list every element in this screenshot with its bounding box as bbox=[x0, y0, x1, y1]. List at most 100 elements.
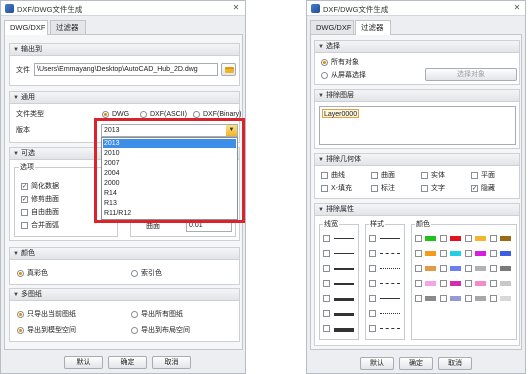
color-checkbox[interactable] bbox=[440, 235, 447, 242]
linestyle-checkbox[interactable] bbox=[369, 235, 376, 242]
linestyle-checkbox[interactable] bbox=[369, 325, 376, 332]
ok-button[interactable]: 确定 bbox=[399, 357, 433, 370]
radio-export-current[interactable] bbox=[17, 311, 24, 318]
radio-from-screen-label[interactable]: 从屏幕选择 bbox=[331, 71, 366, 80]
color-checkbox[interactable] bbox=[440, 265, 447, 272]
color-checkbox[interactable] bbox=[490, 265, 497, 272]
checkbox-dimension[interactable] bbox=[371, 185, 378, 192]
color-checkbox[interactable] bbox=[490, 250, 497, 257]
radio-all-objects[interactable] bbox=[321, 59, 328, 66]
color-checkbox[interactable] bbox=[465, 265, 472, 272]
exclude-attributes-header[interactable]: ▼ 排除属性 bbox=[315, 204, 519, 216]
color-checkbox[interactable] bbox=[490, 295, 497, 302]
checkbox-text-label[interactable]: 文字 bbox=[431, 184, 445, 193]
linewidth-checkbox[interactable] bbox=[323, 280, 330, 287]
checkbox-hidden-label[interactable]: 隐藏 bbox=[481, 184, 495, 193]
color-checkbox[interactable] bbox=[415, 250, 422, 257]
radio-dwg[interactable] bbox=[102, 111, 109, 118]
checkbox-merge-arcs[interactable] bbox=[21, 222, 28, 229]
checkbox-curve-label[interactable]: 曲线 bbox=[331, 171, 345, 180]
linestyle-checkbox[interactable] bbox=[369, 250, 376, 257]
color-checkbox[interactable] bbox=[440, 280, 447, 287]
tab-filter[interactable]: 过滤器 bbox=[355, 20, 391, 35]
linestyle-checkbox[interactable] bbox=[369, 265, 376, 272]
exclude-layers-header[interactable]: ▼ 排除图层 bbox=[315, 90, 519, 102]
color-checkbox[interactable] bbox=[465, 280, 472, 287]
checkbox-simplify[interactable]: ✓ bbox=[21, 183, 28, 190]
color-checkbox[interactable] bbox=[465, 295, 472, 302]
radio-export-all[interactable] bbox=[131, 311, 138, 318]
radio-to-model-label[interactable]: 导出到模型空间 bbox=[27, 326, 76, 335]
linestyle-checkbox[interactable] bbox=[369, 310, 376, 317]
linestyle-checkbox[interactable] bbox=[369, 280, 376, 287]
tab-filter[interactable]: 过滤器 bbox=[50, 20, 86, 34]
checkbox-trim-surface-label[interactable]: 修剪曲面 bbox=[31, 195, 59, 204]
color-checkbox[interactable] bbox=[415, 280, 422, 287]
checkbox-free-surface-label[interactable]: 自由曲面 bbox=[31, 208, 59, 217]
checkbox-trim-surface[interactable]: ✓ bbox=[21, 196, 28, 203]
exclude-geometry-header[interactable]: ▼ 排除几何体 bbox=[315, 154, 519, 166]
color-checkbox[interactable] bbox=[415, 265, 422, 272]
checkbox-text[interactable] bbox=[421, 185, 428, 192]
checkbox-surface-label[interactable]: 曲面 bbox=[381, 171, 395, 180]
color-header[interactable]: ▼ 颜色 bbox=[10, 248, 239, 260]
color-checkbox[interactable] bbox=[415, 235, 422, 242]
close-icon[interactable]: ✕ bbox=[230, 2, 242, 14]
cancel-button[interactable]: 取消 bbox=[152, 356, 191, 369]
checkbox-hidden[interactable]: ✓ bbox=[471, 185, 478, 192]
color-checkbox[interactable] bbox=[490, 280, 497, 287]
radio-true-color-label[interactable]: 真彩色 bbox=[27, 269, 48, 278]
checkbox-curve[interactable] bbox=[321, 172, 328, 179]
tab-dwg-dxf[interactable]: DWG/DXF bbox=[4, 20, 48, 35]
close-icon[interactable]: ✕ bbox=[511, 2, 523, 14]
linewidth-checkbox[interactable] bbox=[323, 235, 330, 242]
browse-button[interactable] bbox=[221, 63, 236, 76]
radio-from-screen[interactable] bbox=[321, 72, 328, 79]
linewidth-checkbox[interactable] bbox=[323, 310, 330, 317]
radio-true-color[interactable] bbox=[17, 270, 24, 277]
linewidth-checkbox[interactable] bbox=[323, 325, 330, 332]
radio-dxf-binary[interactable] bbox=[193, 111, 200, 118]
radio-to-model[interactable] bbox=[17, 327, 24, 334]
radio-index-color[interactable] bbox=[131, 270, 138, 277]
linewidth-checkbox[interactable] bbox=[323, 265, 330, 272]
linewidth-checkbox[interactable] bbox=[323, 295, 330, 302]
radio-dxf-ascii[interactable] bbox=[140, 111, 147, 118]
checkbox-simplify-label[interactable]: 简化数据 bbox=[31, 182, 59, 191]
checkbox-dimension-label[interactable]: 标注 bbox=[381, 184, 395, 193]
checkbox-free-surface[interactable] bbox=[21, 209, 28, 216]
checkbox-solid-label[interactable]: 实体 bbox=[431, 171, 445, 180]
ok-button[interactable]: 确定 bbox=[108, 356, 147, 369]
color-checkbox[interactable] bbox=[440, 250, 447, 257]
radio-export-all-label[interactable]: 导出所有图纸 bbox=[141, 310, 183, 319]
general-header[interactable]: ▼ 通用 bbox=[10, 92, 239, 104]
checkbox-solid[interactable] bbox=[421, 172, 428, 179]
radio-export-current-label[interactable]: 只导出当前图纸 bbox=[27, 310, 76, 319]
color-checkbox[interactable] bbox=[465, 235, 472, 242]
checkbox-surface[interactable] bbox=[371, 172, 378, 179]
select-objects-button[interactable]: 选择对象 bbox=[425, 68, 517, 81]
radio-index-color-label[interactable]: 索引色 bbox=[141, 269, 162, 278]
radio-to-layout-label[interactable]: 导出到布局空间 bbox=[141, 326, 190, 335]
default-button[interactable]: 默认 bbox=[64, 356, 103, 369]
color-checkbox[interactable] bbox=[440, 295, 447, 302]
layer-list[interactable]: Layer0000 bbox=[319, 106, 516, 145]
linestyle-checkbox[interactable] bbox=[369, 295, 376, 302]
radio-to-layout[interactable] bbox=[131, 327, 138, 334]
select-header[interactable]: ▼ 选择 bbox=[315, 41, 519, 53]
checkbox-x-hatch[interactable] bbox=[321, 185, 328, 192]
color-checkbox[interactable] bbox=[465, 250, 472, 257]
color-checkbox[interactable] bbox=[490, 235, 497, 242]
output-header[interactable]: ▼ 输出到 bbox=[10, 44, 239, 56]
checkbox-plane[interactable] bbox=[471, 172, 478, 179]
tab-dwg-dxf[interactable]: DWG/DXF bbox=[310, 20, 354, 34]
default-button[interactable]: 默认 bbox=[360, 357, 394, 370]
cancel-button[interactable]: 取消 bbox=[438, 357, 472, 370]
linewidth-checkbox[interactable] bbox=[323, 250, 330, 257]
checkbox-plane-label[interactable]: 平面 bbox=[481, 171, 495, 180]
checkbox-merge-arcs-label[interactable]: 合并面弧 bbox=[31, 221, 59, 230]
radio-all-objects-label[interactable]: 所有对象 bbox=[331, 58, 359, 67]
layer-item[interactable]: Layer0000 bbox=[322, 109, 360, 118]
color-checkbox[interactable] bbox=[415, 295, 422, 302]
checkbox-x-hatch-label[interactable]: X-填充 bbox=[331, 184, 352, 193]
